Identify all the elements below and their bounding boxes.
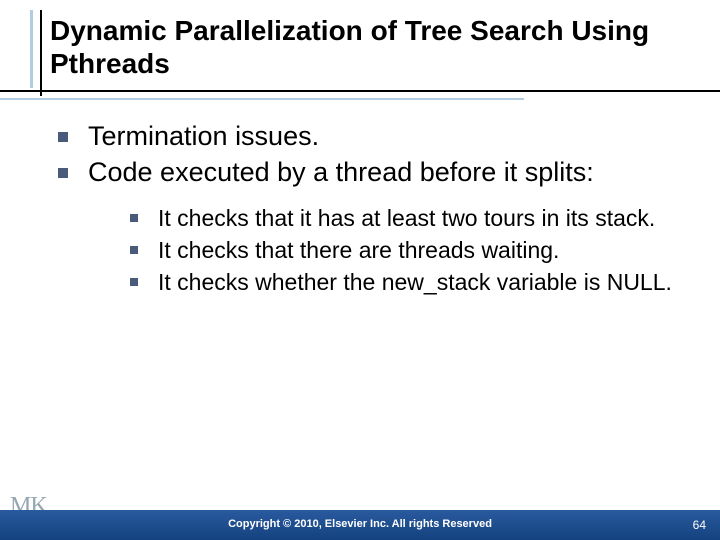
bullet-text: It checks that it has at least two tours…	[158, 205, 655, 231]
copyright-text: Copyright © 2010, Elsevier Inc. All righ…	[0, 518, 720, 530]
bullet-list-level1: Termination issues. Code executed by a t…	[50, 120, 690, 296]
footer-bar: Copyright © 2010, Elsevier Inc. All righ…	[0, 510, 720, 540]
bullet-text: Termination issues.	[88, 121, 319, 151]
page-number: 64	[693, 518, 706, 532]
decor-hline-bottom	[0, 98, 524, 100]
bullet-item: Termination issues.	[50, 120, 690, 154]
bullet-sub-item: It checks that it has at least two tours…	[126, 204, 690, 232]
bullet-text: It checks whether the new_stack variable…	[158, 269, 672, 295]
bullet-text: It checks that there are threads waiting…	[158, 237, 559, 263]
bullet-sub-item: It checks whether the new_stack variable…	[126, 268, 690, 296]
bullet-text: Code executed by a thread before it spli…	[88, 157, 594, 187]
decor-vline-right	[40, 10, 42, 96]
decor-hline-top	[0, 90, 720, 92]
decor-vline-left	[30, 10, 33, 88]
slide-body: Termination issues. Code executed by a t…	[50, 120, 690, 300]
bullet-list-level2: It checks that it has at least two tours…	[126, 204, 690, 296]
bullet-item: Code executed by a thread before it spli…	[50, 156, 690, 296]
slide: Dynamic Parallelization of Tree Search U…	[0, 0, 720, 540]
slide-title: Dynamic Parallelization of Tree Search U…	[50, 14, 680, 80]
title-container: Dynamic Parallelization of Tree Search U…	[50, 14, 680, 80]
bullet-sub-item: It checks that there are threads waiting…	[126, 236, 690, 264]
